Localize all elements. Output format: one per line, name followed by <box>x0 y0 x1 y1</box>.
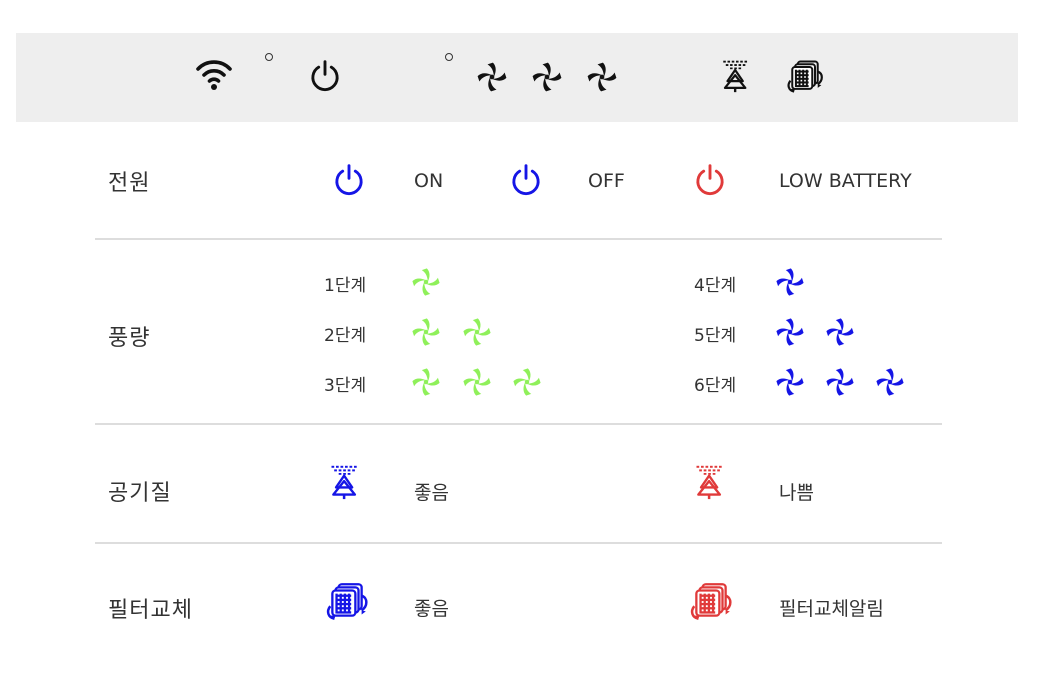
fan-level-6-label: 6단계 <box>694 376 737 396</box>
fan-level-2-label: 2단계 <box>324 326 367 346</box>
power-off-icon <box>508 163 544 199</box>
fan-icon <box>773 315 807 349</box>
fan-icon <box>460 315 494 349</box>
status-bar <box>16 33 1018 122</box>
divider <box>95 542 942 544</box>
fan-icon <box>409 265 443 299</box>
status-dot <box>445 53 453 61</box>
fan-icon <box>529 59 565 95</box>
air-quality-good-label: 좋음 <box>414 482 449 504</box>
wifi-icon <box>194 57 234 91</box>
filter-row-label: 필터교체 <box>108 598 193 623</box>
fan-icon <box>474 59 510 95</box>
filter-icon <box>785 58 825 96</box>
power-off-label: OFF <box>588 170 625 192</box>
air-quality-good-icon <box>327 460 363 504</box>
low-battery-label: LOW BATTERY <box>779 170 912 192</box>
power-on-icon <box>331 163 367 199</box>
filter-alert-label: 필터교체알림 <box>779 598 884 620</box>
divider <box>95 238 942 240</box>
fan-icon <box>773 265 807 299</box>
fan-icon <box>823 365 857 399</box>
low-battery-icon <box>692 163 728 199</box>
air-quality-bad-icon <box>692 460 728 504</box>
fan-icon <box>409 315 443 349</box>
fan-level-1-label: 1단계 <box>324 276 367 296</box>
fan-icon <box>823 315 857 349</box>
fan-icon <box>584 59 620 95</box>
air-quality-row-label: 공기질 <box>108 481 172 506</box>
filter-good-icon <box>324 581 370 623</box>
filter-alert-icon <box>688 581 734 623</box>
fan-icon <box>773 365 807 399</box>
air-quality-icon <box>719 57 753 95</box>
power-on-label: ON <box>414 170 444 192</box>
fan-level-3-label: 3단계 <box>324 376 367 396</box>
filter-good-label: 좋음 <box>414 598 449 620</box>
fan-row-label: 풍량 <box>108 326 151 351</box>
power-row-label: 전원 <box>108 171 151 196</box>
fan-icon <box>409 365 443 399</box>
air-quality-bad-label: 나쁨 <box>779 482 814 504</box>
divider <box>95 423 942 425</box>
fan-icon <box>873 365 907 399</box>
status-dot <box>265 53 273 61</box>
power-icon <box>307 59 343 95</box>
fan-icon <box>460 365 494 399</box>
fan-level-5-label: 5단계 <box>694 326 737 346</box>
fan-level-4-label: 4단계 <box>694 276 737 296</box>
fan-icon <box>510 365 544 399</box>
